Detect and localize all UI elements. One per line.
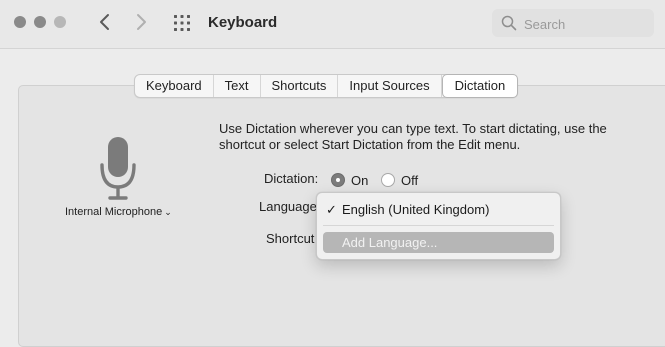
dictation-on-label[interactable]: On <box>351 173 368 188</box>
search-icon <box>501 15 517 31</box>
tab-dictation[interactable]: Dictation <box>441 74 519 98</box>
back-button[interactable] <box>94 11 116 33</box>
zoom-window-button[interactable] <box>54 16 66 28</box>
chevron-left-icon <box>100 14 109 30</box>
show-all-grid-icon[interactable] <box>173 14 191 32</box>
menu-item-add-language[interactable]: Add Language... <box>323 232 554 253</box>
chevron-right-icon <box>137 14 146 30</box>
shortcut-label: Shortcut <box>266 231 315 246</box>
search-input[interactable] <box>522 14 646 34</box>
toolbar: Keyboard <box>0 0 665 49</box>
microphone-icon <box>100 137 136 200</box>
tab-input-sources[interactable]: Input Sources <box>338 75 442 97</box>
tab-bar: Keyboard Text Shortcuts Input Sources Di… <box>134 74 519 98</box>
search-field[interactable] <box>492 9 654 37</box>
dictation-off-radio[interactable] <box>381 173 395 187</box>
tab-keyboard[interactable]: Keyboard <box>135 75 214 97</box>
menu-item-label: English (United Kingdom) <box>342 202 490 217</box>
dictation-description: Use Dictation wherever you can type text… <box>219 121 607 152</box>
checkmark-icon: ✓ <box>326 202 337 217</box>
dictation-off-label[interactable]: Off <box>401 173 418 188</box>
minimize-window-button[interactable] <box>34 16 46 28</box>
forward-button[interactable] <box>130 11 152 33</box>
microphone-source-label: Internal Microphone <box>65 206 163 218</box>
dictation-label: Dictation: <box>264 171 319 186</box>
language-dropdown-menu: ✓ English (United Kingdom) Add Language.… <box>316 192 561 260</box>
chevron-down-icon: ⌄ <box>164 207 172 217</box>
menu-separator <box>323 225 554 226</box>
tab-text[interactable]: Text <box>214 75 261 97</box>
close-window-button[interactable] <box>14 16 26 28</box>
menu-item-english-uk[interactable]: ✓ English (United Kingdom) <box>323 199 554 220</box>
tab-shortcuts[interactable]: Shortcuts <box>261 75 339 97</box>
menu-item-label: Add Language... <box>342 235 438 250</box>
microphone-source-popup[interactable]: Internal Microphone ⌄ <box>65 206 172 218</box>
window-title: Keyboard <box>208 14 278 31</box>
language-label: Language <box>259 199 317 214</box>
dictation-on-radio[interactable] <box>331 173 345 187</box>
